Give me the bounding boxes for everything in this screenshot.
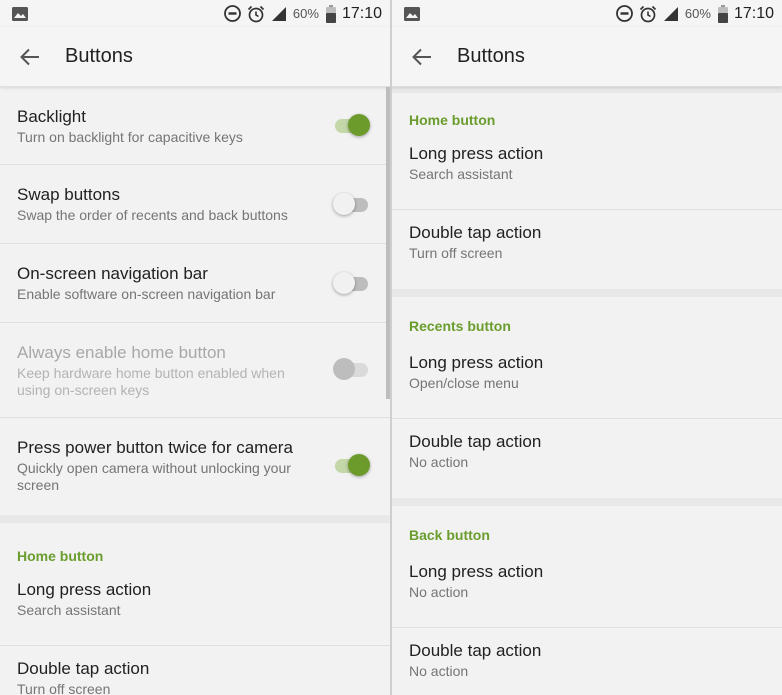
- scrollbar[interactable]: [386, 87, 390, 399]
- setting-power-camera[interactable]: Press power button twice for camera Quic…: [0, 418, 390, 515]
- back-button[interactable]: [0, 27, 60, 87]
- section-header-back: Back button: [409, 527, 490, 543]
- pref-title: Long press action: [409, 353, 544, 372]
- alarm-icon: [247, 5, 265, 23]
- dnd-icon: [224, 5, 241, 22]
- page-title: Buttons: [457, 45, 525, 67]
- pref-value: Turn off screen: [17, 681, 111, 695]
- settings-list: Home button Long press action Search ass…: [392, 87, 782, 695]
- back-button[interactable]: [392, 27, 452, 87]
- home-long-press-action[interactable]: Long press action Search assistant: [0, 567, 390, 646]
- pref-value: Turn off screen: [409, 245, 503, 261]
- back-long-press-action[interactable]: Long press action No action: [392, 549, 782, 628]
- clock: 17:10: [733, 4, 774, 22]
- battery-icon: [717, 4, 728, 23]
- page-title: Buttons: [65, 45, 133, 67]
- setting-always-home-button: Always enable home button Keep hardware …: [0, 323, 390, 418]
- section-header-home: Home button: [17, 548, 104, 564]
- always-home-button-toggle: [333, 358, 370, 380]
- status-bar: 60% 17:10: [0, 0, 390, 27]
- settings-list: Backlight Turn on backlight for capaciti…: [0, 87, 390, 695]
- pref-title: Double tap action: [409, 432, 542, 451]
- backlight-toggle[interactable]: [334, 114, 370, 136]
- battery-percent: 60%: [292, 6, 319, 21]
- battery-icon: [325, 4, 336, 23]
- back-arrow-icon: [412, 48, 432, 66]
- pref-value: Search assistant: [17, 602, 121, 618]
- section-header-recents: Recents button: [409, 318, 511, 334]
- battery-percent: 60%: [684, 6, 711, 21]
- app-bar: Buttons: [0, 27, 390, 87]
- section-header-home: Home button: [409, 112, 496, 128]
- back-double-tap-action[interactable]: Double tap action No action: [392, 628, 782, 695]
- dnd-icon: [616, 5, 633, 22]
- clock: 17:10: [341, 4, 382, 22]
- signal-icon: [271, 6, 287, 22]
- section-divider: [392, 498, 782, 506]
- alarm-icon: [639, 5, 657, 23]
- power-camera-toggle[interactable]: [334, 454, 370, 476]
- pref-title: Double tap action: [17, 659, 150, 678]
- pref-title: Long press action: [17, 580, 152, 599]
- image-icon: [404, 6, 420, 21]
- image-icon: [12, 6, 28, 21]
- signal-icon: [663, 6, 679, 22]
- pref-title: Double tap action: [409, 223, 542, 242]
- pref-value: No action: [409, 663, 469, 679]
- home-long-press-action[interactable]: Long press action Search assistant: [392, 131, 782, 210]
- navigation-bar-toggle[interactable]: [333, 272, 370, 294]
- right-screen: 60% 17:10 Buttons Home button Long press…: [392, 0, 782, 695]
- pref-title: Long press action: [409, 562, 544, 581]
- home-double-tap-action[interactable]: Double tap action Turn off screen: [392, 210, 782, 289]
- back-arrow-icon: [20, 48, 40, 66]
- pref-value: Search assistant: [409, 166, 513, 182]
- section-divider: [392, 289, 782, 297]
- status-bar: 60% 17:10: [392, 0, 782, 27]
- pref-title: Long press action: [409, 144, 544, 163]
- section-divider: [0, 515, 390, 523]
- setting-navigation-bar[interactable]: On-screen navigation bar Enable software…: [0, 244, 390, 323]
- home-double-tap-action[interactable]: Double tap action Turn off screen: [0, 646, 390, 695]
- recents-double-tap-action[interactable]: Double tap action No action: [392, 419, 782, 498]
- setting-swap-buttons[interactable]: Swap buttons Swap the order of recents a…: [0, 165, 390, 244]
- pref-value: No action: [409, 454, 469, 470]
- setting-backlight[interactable]: Backlight Turn on backlight for capaciti…: [0, 87, 390, 165]
- recents-long-press-action[interactable]: Long press action Open/close menu: [392, 340, 782, 419]
- left-screen: 60% 17:10 Buttons Backlight Turn on back…: [0, 0, 390, 695]
- pref-value: Open/close menu: [409, 375, 519, 391]
- pref-value: No action: [409, 584, 469, 600]
- swap-buttons-toggle[interactable]: [333, 193, 370, 215]
- pref-title: Double tap action: [409, 641, 542, 660]
- app-bar: Buttons: [392, 27, 782, 87]
